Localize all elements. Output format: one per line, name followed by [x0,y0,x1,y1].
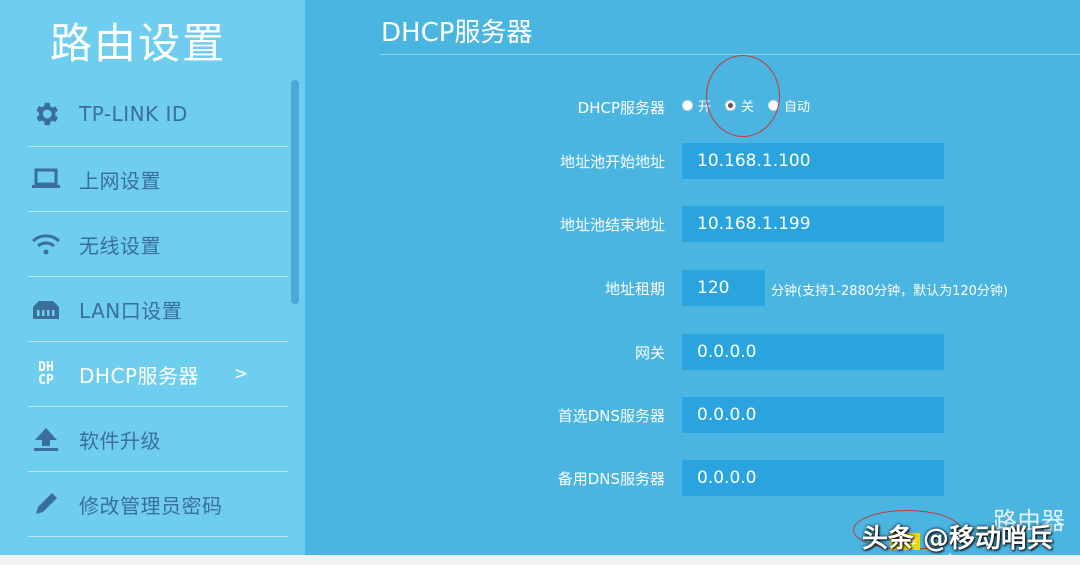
secondary-dns-input[interactable]: 0.0.0.0 [682,460,944,496]
sidebar-item-label: LAN口设置 [79,298,183,323]
watermark-source: 头条 @移动哨兵 [862,524,1054,554]
lease-hint: 分钟(支持1-2880分钟，默认为120分钟) [771,284,1009,299]
pool-end-label: 地址池结束地址 [559,216,665,234]
sidebar-scrollbar-thumb[interactable] [291,80,299,304]
primary-dns-label: 首选DNS服务器 [557,407,665,425]
dhcp-server-label: DHCP服务器 [577,99,665,117]
primary-dns-input[interactable]: 0.0.0.0 [682,397,944,433]
sidebar-item-label: DHCP服务器 [79,363,199,388]
sidebar-item-label: 软件升级 [79,428,161,453]
sidebar-item-upgrade[interactable]: 软件升级 [28,407,288,472]
dhcp-icon: DH CP [28,356,64,392]
sidebar-scrollbar[interactable] [291,80,299,304]
sidebar-item-password[interactable]: 修改管理员密码 [28,472,288,537]
red-annotation-circle [706,55,780,137]
sidebar-item-label: 修改管理员密码 [79,493,223,518]
gear-icon [28,96,64,132]
lease-label: 地址租期 [604,280,665,298]
sidebar-item-label: 上网设置 [79,168,161,193]
laptop-icon [28,161,64,197]
pool-start-label: 地址池开始地址 [559,153,665,171]
sidebar-item-dhcp[interactable]: DH CP DHCP服务器 > [28,342,288,407]
title-divider [380,54,1080,55]
sidebar-title: 路由设置 [50,19,227,68]
upload-icon [28,421,64,457]
radio-dot [682,100,693,111]
sidebar-item-tp-link-id[interactable]: TP-LINK ID [28,82,288,147]
sidebar-item-label: TP-LINK ID [79,102,188,126]
sidebar-item-internet[interactable]: 上网设置 [28,147,288,212]
page-title: DHCP服务器 [381,18,533,48]
wifi-icon [28,226,64,262]
chevron-right-icon: > [234,364,249,384]
sidebar: 路由设置 TP-LINK ID 上网设置 无线设置 LAN口设置 DH CP D… [0,0,305,555]
sidebar-nav: TP-LINK ID 上网设置 无线设置 LAN口设置 DH CP DHCP服务… [0,82,290,537]
lan-port-icon [28,291,64,327]
gateway-label: 网关 [634,344,665,362]
sidebar-item-label: 无线设置 [79,233,161,258]
gateway-input[interactable]: 0.0.0.0 [682,334,944,370]
secondary-dns-label: 备用DNS服务器 [557,470,665,488]
pool-start-input[interactable]: 10.168.1.100 [682,143,944,179]
radio-label: 自动 [784,100,811,115]
pencil-icon [28,486,64,522]
lease-input[interactable]: 120 [682,270,765,306]
sidebar-item-lan[interactable]: LAN口设置 [28,277,288,342]
dhcp-icon-bottom: CP [38,373,54,388]
pool-end-input[interactable]: 10.168.1.199 [682,206,944,242]
bottom-bar [0,555,1080,565]
sidebar-item-wireless[interactable]: 无线设置 [28,212,288,277]
main-panel: DHCP服务器 DHCP服务器 开 关 自动 地址池开始地址 10.168.1.… [305,0,1080,555]
